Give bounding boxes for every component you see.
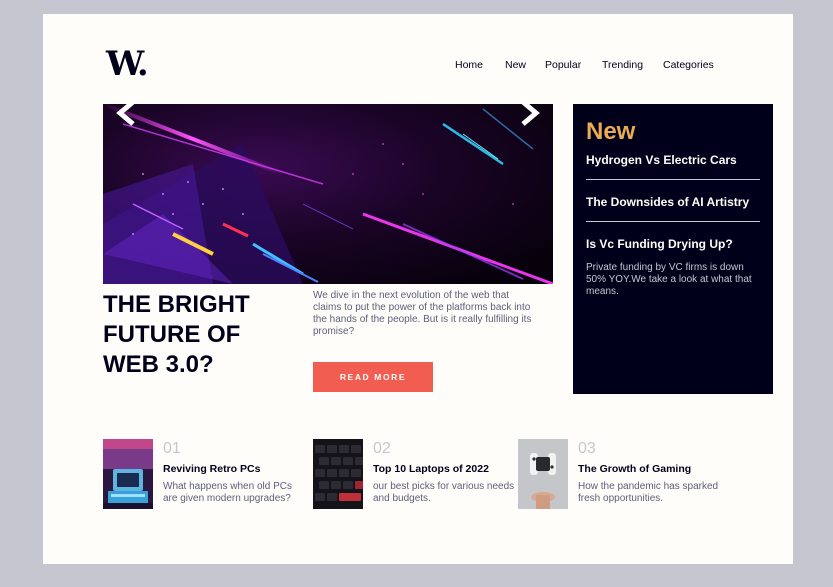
retro-pc-thumbnail: [103, 439, 153, 509]
hero-description: We dive in the next evolution of the web…: [313, 290, 532, 337]
article-card[interactable]: 03 The Growth of Gaming How the pandemic…: [518, 439, 728, 509]
gaming-controller-thumbnail: [518, 439, 568, 509]
logo[interactable]: W.: [106, 47, 149, 81]
nav-item-new[interactable]: New: [505, 59, 545, 71]
retro-pc-image: [103, 439, 153, 509]
new-article-title[interactable]: Is Vc Funding Drying Up?: [586, 236, 760, 252]
divider: [586, 221, 760, 222]
nav-item-home[interactable]: Home: [455, 59, 505, 71]
card-title[interactable]: Reviving Retro PCs: [163, 463, 260, 476]
nav-item-categories[interactable]: Categories: [663, 59, 714, 71]
new-article-title[interactable]: Hydrogen Vs Electric Cars: [586, 152, 760, 168]
hero-image: [103, 104, 553, 284]
new-article-description: Private funding by VC firms is down 50% …: [586, 262, 752, 297]
chevron-right-icon: [521, 100, 540, 126]
new-article-item[interactable]: The Downsides of AI Artistry: [586, 194, 760, 210]
article-card[interactable]: 02 Top 10 Laptops of 2022 our best picks…: [313, 439, 514, 509]
card-number: 02: [373, 440, 391, 457]
read-more-button[interactable]: READ MORE: [313, 362, 433, 392]
card-description: How the pandemic has sparked fresh oppor…: [578, 481, 719, 504]
nav-item-popular[interactable]: Popular: [545, 59, 602, 71]
chevron-left-icon: [116, 100, 135, 126]
laptop-keyboard-image: [313, 439, 363, 509]
new-article-item[interactable]: Hydrogen Vs Electric Cars: [586, 152, 760, 168]
new-panel-title: New: [586, 118, 636, 145]
hero-neon-illustration: [103, 104, 553, 284]
gaming-controller-image: [518, 439, 568, 509]
article-card[interactable]: 01 Reviving Retro PCs What happens when …: [103, 439, 308, 509]
hero-prev-button[interactable]: [113, 100, 139, 126]
laptop-keyboard-thumbnail: [313, 439, 363, 509]
hero-next-button[interactable]: [517, 100, 543, 126]
nav-item-trending[interactable]: Trending: [602, 59, 663, 71]
page: W. Home New Popular Trending Categories: [43, 14, 793, 564]
hero-headline: THE BRIGHT FUTURE OF WEB 3.0?: [103, 291, 250, 378]
new-article-item[interactable]: Is Vc Funding Drying Up? Private funding…: [586, 236, 760, 298]
card-number: 03: [578, 440, 596, 457]
card-description: our best picks for various needs and bud…: [373, 481, 515, 504]
featured-cards: 01 Reviving Retro PCs What happens when …: [103, 439, 793, 509]
new-articles-panel: New Hydrogen Vs Electric Cars The Downsi…: [573, 104, 773, 394]
card-title[interactable]: Top 10 Laptops of 2022: [373, 463, 489, 476]
card-number: 01: [163, 440, 181, 457]
main-nav: Home New Popular Trending Categories: [455, 59, 714, 71]
new-article-title[interactable]: The Downsides of AI Artistry: [586, 194, 760, 210]
card-description: What happens when old PCs are given mode…: [163, 481, 292, 504]
card-title[interactable]: The Growth of Gaming: [578, 463, 691, 476]
divider: [586, 179, 760, 180]
